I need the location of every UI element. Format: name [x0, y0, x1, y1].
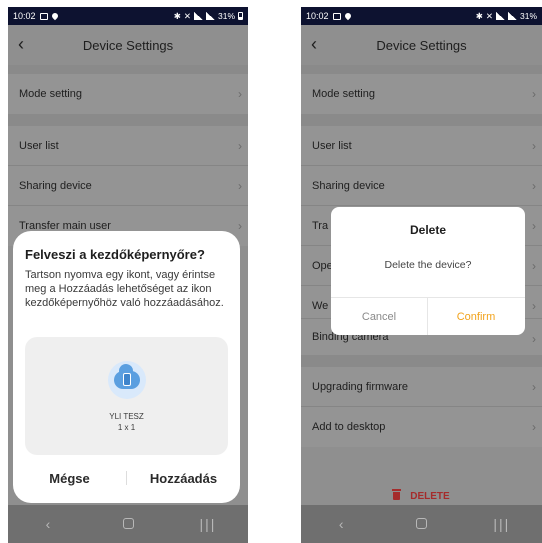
- location-icon: [343, 11, 352, 21]
- bluetooth-icon: ✱: [173, 10, 181, 21]
- row-label: Sharing device: [19, 180, 92, 192]
- phone-left: 10:02 ✱ ✕ 31% ‹ Device Settings Mode set…: [8, 7, 248, 543]
- row-label: Tra: [312, 220, 329, 232]
- sheet-title: Felveszi a kezdőképernyőre?: [25, 247, 205, 262]
- chevron-right-icon: ›: [532, 179, 536, 193]
- signal-icon: [495, 12, 505, 20]
- row-label: Mode setting: [19, 88, 82, 100]
- bluetooth-icon: ✱: [475, 10, 483, 21]
- status-bar: 10:02 ✱ ✕ 31%: [301, 7, 542, 25]
- phone-right: 10:02 ✱ ✕ 31% ‹ Device Settings Mode set…: [301, 7, 542, 543]
- trash-icon: [392, 489, 402, 500]
- cloud-phone-icon: [114, 364, 140, 389]
- app-name: YLI TESZ: [109, 412, 144, 421]
- nav-back-icon[interactable]: ‹: [326, 516, 356, 532]
- battery-icon: [238, 12, 243, 20]
- row-label: User list: [312, 140, 352, 152]
- dialog-title: Delete: [409, 223, 447, 237]
- delete-label: DELETE: [410, 490, 450, 502]
- section-gap: [301, 65, 542, 74]
- status-bar: 10:02 ✱ ✕ 31%: [8, 7, 248, 25]
- row-label: Sharing device: [312, 180, 385, 192]
- chevron-right-icon: ›: [238, 87, 242, 101]
- sheet-description: Tartson nyomva egy ikont, vagy érintse m…: [25, 269, 224, 309]
- page-title: Device Settings: [82, 37, 174, 53]
- row-label: Add to desktop: [312, 421, 386, 433]
- sheet-actions: Mégse Hozzáadás: [13, 463, 240, 493]
- mute-icon: ✕: [183, 10, 191, 21]
- nav-recents-icon[interactable]: |||: [193, 516, 223, 532]
- widget-preview: YLI TESZ 1 x 1: [25, 337, 228, 455]
- dialog-message: Delete the device?: [384, 259, 472, 271]
- signal-icon-2: [205, 12, 215, 20]
- app-icon: [108, 361, 146, 399]
- gallery-icon: [39, 12, 48, 20]
- status-time: 10:02: [13, 11, 36, 21]
- mute-icon: ✕: [485, 10, 493, 21]
- chevron-right-icon: ›: [532, 219, 536, 233]
- row-user-list[interactable]: User list ›: [8, 126, 248, 166]
- section-gap: [8, 65, 248, 74]
- delete-dialog: Delete Delete the device? Cancel Confirm: [331, 207, 525, 335]
- chevron-right-icon: ›: [238, 179, 242, 193]
- app-size: 1 x 1: [117, 423, 136, 432]
- nav-bar: ‹ Device Settings: [8, 25, 248, 65]
- chevron-right-icon: ›: [238, 139, 242, 153]
- row-label: User list: [19, 140, 59, 152]
- battery-percent: 31%: [217, 11, 235, 21]
- section-gap: [301, 355, 542, 367]
- confirm-button[interactable]: Confirm: [428, 298, 524, 335]
- signal-icon-2: [507, 12, 517, 20]
- row-label: Ope: [312, 260, 333, 272]
- chevron-right-icon: ›: [532, 139, 536, 153]
- row-sharing-device[interactable]: Sharing device ›: [301, 166, 542, 206]
- battery-percent: 31%: [519, 11, 537, 21]
- cancel-button[interactable]: Mégse: [13, 471, 126, 486]
- nav-back-icon[interactable]: ‹: [33, 516, 63, 532]
- chevron-right-icon: ›: [532, 380, 536, 394]
- row-upgrading-firmware[interactable]: Upgrading firmware ›: [301, 367, 542, 407]
- nav-home-icon[interactable]: [113, 516, 143, 532]
- nav-home-icon[interactable]: [406, 516, 436, 532]
- status-time: 10:02: [306, 11, 329, 21]
- chevron-right-icon: ›: [532, 259, 536, 273]
- chevron-right-icon: ›: [532, 87, 536, 101]
- add-to-home-sheet: Felveszi a kezdőképernyőre? Tartson nyom…: [13, 231, 240, 503]
- row-mode-setting[interactable]: Mode setting ›: [301, 74, 542, 114]
- row-label: We: [312, 300, 329, 312]
- row-add-to-desktop[interactable]: Add to desktop ›: [301, 407, 542, 447]
- location-icon: [50, 11, 59, 21]
- row-mode-setting[interactable]: Mode setting ›: [8, 74, 248, 114]
- row-sharing-device[interactable]: Sharing device ›: [8, 166, 248, 206]
- section-gap: [301, 114, 542, 126]
- chevron-right-icon: ›: [532, 420, 536, 434]
- page-title: Device Settings: [376, 37, 467, 53]
- chevron-right-icon: ›: [532, 299, 536, 313]
- chevron-right-icon: ›: [532, 332, 536, 346]
- row-label: Upgrading firmware: [312, 381, 408, 393]
- chevron-right-icon: ›: [238, 219, 242, 233]
- add-button[interactable]: Hozzáadás: [127, 471, 240, 486]
- back-arrow-icon[interactable]: ‹: [18, 35, 36, 55]
- nav-recents-icon[interactable]: |||: [487, 516, 517, 532]
- cancel-button[interactable]: Cancel: [331, 298, 427, 335]
- row-user-list[interactable]: User list ›: [301, 126, 542, 166]
- system-nav-bar: ‹ |||: [8, 505, 248, 543]
- back-arrow-icon[interactable]: ‹: [311, 35, 329, 55]
- gallery-icon: [332, 12, 341, 20]
- system-nav-bar: ‹ |||: [301, 505, 542, 543]
- nav-bar: ‹ Device Settings: [301, 25, 542, 65]
- signal-icon: [193, 12, 203, 20]
- row-label: Mode setting: [312, 88, 375, 100]
- section-gap: [8, 114, 248, 126]
